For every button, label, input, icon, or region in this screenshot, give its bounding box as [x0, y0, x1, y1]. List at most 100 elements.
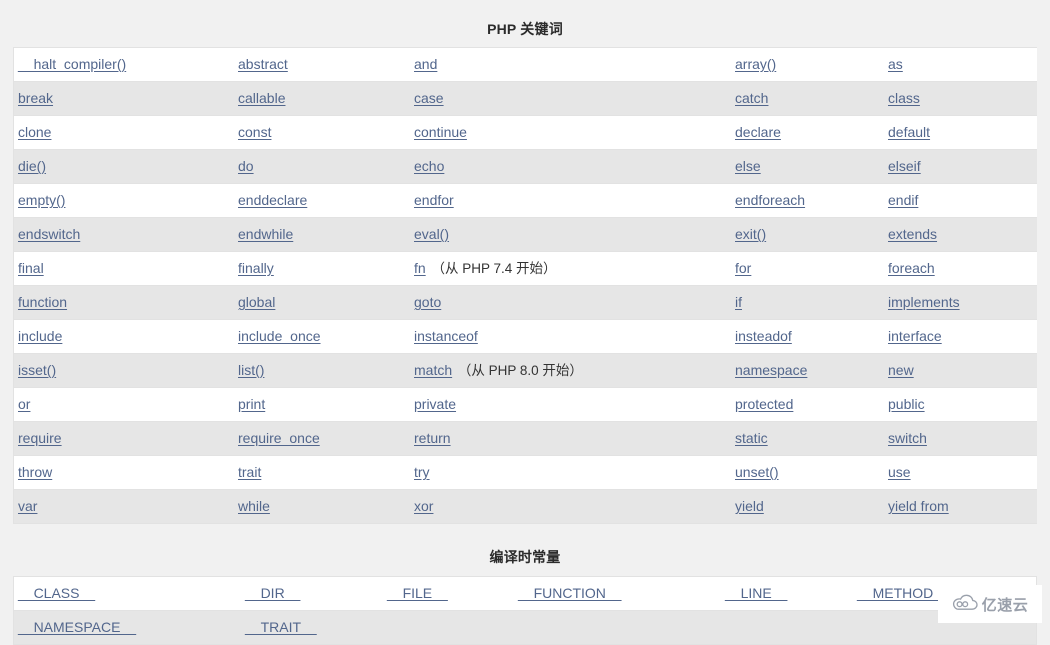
keyword-link[interactable]: or	[18, 396, 30, 412]
keyword-link[interactable]: const	[238, 124, 271, 140]
keyword-link[interactable]: final	[18, 260, 44, 276]
keyword-link[interactable]: implements	[888, 294, 960, 310]
table-row: or print private protected public	[14, 387, 1037, 422]
keyword-link[interactable]: __CLASS__	[18, 585, 95, 601]
keyword-link[interactable]: unset()	[735, 464, 779, 480]
keyword-link[interactable]: private	[414, 396, 456, 412]
table-cell: try	[410, 455, 731, 490]
keyword-link[interactable]: trait	[238, 464, 261, 480]
keyword-link[interactable]: elseif	[888, 158, 921, 174]
keyword-link[interactable]: insteadof	[735, 328, 792, 344]
keyword-link[interactable]: for	[735, 260, 751, 276]
keyword-link[interactable]: __TRAIT__	[245, 619, 317, 635]
table-cell: __FILE__	[383, 577, 514, 611]
keyword-link[interactable]: endwhile	[238, 226, 293, 242]
keyword-link[interactable]: case	[414, 90, 444, 106]
keyword-link[interactable]: abstract	[238, 56, 288, 72]
table-cell: return	[410, 421, 731, 456]
table-cell: require	[14, 421, 234, 456]
keyword-link[interactable]: __FILE__	[387, 585, 448, 601]
keyword-link[interactable]: try	[414, 464, 430, 480]
keyword-link[interactable]: foreach	[888, 260, 935, 276]
keyword-link[interactable]: static	[735, 430, 768, 446]
keyword-link[interactable]: catch	[735, 90, 768, 106]
table-cell: __halt_compiler()	[14, 48, 234, 82]
keyword-version-note: （从 PHP 7.4 开始）	[427, 261, 557, 276]
keyword-link[interactable]: while	[238, 498, 270, 514]
keyword-link[interactable]: endfor	[414, 192, 454, 208]
keyword-link[interactable]: callable	[238, 90, 285, 106]
table-row: include include_once instanceof insteadof in…	[14, 319, 1037, 354]
keyword-link[interactable]: isset()	[18, 362, 56, 378]
keyword-link[interactable]: continue	[414, 124, 467, 140]
keyword-link[interactable]: exit()	[735, 226, 766, 242]
keyword-link[interactable]: require_once	[238, 430, 320, 446]
table-cell: empty()	[14, 183, 234, 218]
keyword-link[interactable]: namespace	[735, 362, 807, 378]
table-cell: and	[410, 48, 731, 82]
keyword-link[interactable]: as	[888, 56, 903, 72]
keyword-link[interactable]: interface	[888, 328, 942, 344]
keyword-link[interactable]: else	[735, 158, 761, 174]
keyword-link[interactable]: print	[238, 396, 265, 412]
keyword-link[interactable]: __NAMESPACE__	[18, 619, 136, 635]
keyword-link[interactable]: eval()	[414, 226, 449, 242]
table-cell: instanceof	[410, 319, 731, 354]
keyword-link[interactable]: __FUNCTION__	[518, 585, 621, 601]
keyword-link[interactable]: public	[888, 396, 925, 412]
keyword-link[interactable]: include	[18, 328, 62, 344]
keyword-link[interactable]: return	[414, 430, 451, 446]
table-cell: interface	[884, 319, 1037, 354]
keyword-link[interactable]: endforeach	[735, 192, 805, 208]
keyword-link[interactable]: endswitch	[18, 226, 80, 242]
keywords-section-title: PHP 关键词	[487, 21, 563, 37]
keyword-link[interactable]: switch	[888, 430, 927, 446]
keyword-link[interactable]: instanceof	[414, 328, 478, 344]
keyword-link[interactable]: do	[238, 158, 254, 174]
keyword-link[interactable]: xor	[414, 498, 433, 514]
table-cell: yield	[731, 489, 884, 524]
keyword-link[interactable]: list()	[238, 362, 264, 378]
keyword-link[interactable]: endif	[888, 192, 918, 208]
keyword-link[interactable]: __LINE__	[725, 585, 787, 601]
keyword-link[interactable]: global	[238, 294, 275, 310]
table-cell: if	[731, 285, 884, 320]
keyword-link[interactable]: include_once	[238, 328, 321, 344]
table-row: var while xor yield yield from	[14, 489, 1037, 524]
keyword-link[interactable]: enddeclare	[238, 192, 307, 208]
keyword-link[interactable]: throw	[18, 464, 52, 480]
keyword-link[interactable]: break	[18, 90, 53, 106]
keyword-link[interactable]: require	[18, 430, 62, 446]
keyword-link[interactable]: die()	[18, 158, 46, 174]
keyword-link[interactable]: new	[888, 362, 914, 378]
keyword-link[interactable]: match	[414, 362, 452, 378]
keyword-link[interactable]: yield from	[888, 498, 949, 514]
keyword-link[interactable]: fn	[414, 260, 426, 276]
keyword-link[interactable]: and	[414, 56, 437, 72]
keyword-link[interactable]: extends	[888, 226, 937, 242]
keyword-link[interactable]: array()	[735, 56, 776, 72]
constants-table-wrapper: __CLASS__ __DIR__ __FILE__ __FUNCTION__ __LI…	[13, 576, 1037, 645]
table-cell: endif	[884, 183, 1037, 218]
table-row: require require_once return static switch	[14, 421, 1037, 456]
keyword-link[interactable]: echo	[414, 158, 444, 174]
keyword-link[interactable]: protected	[735, 396, 793, 412]
keyword-link[interactable]: yield	[735, 498, 764, 514]
table-cell: const	[234, 115, 410, 150]
keyword-link[interactable]: clone	[18, 124, 51, 140]
keyword-link[interactable]: if	[735, 294, 742, 310]
keyword-link[interactable]: class	[888, 90, 920, 106]
keyword-link[interactable]: use	[888, 464, 911, 480]
keyword-link[interactable]: function	[18, 294, 67, 310]
keyword-link[interactable]: declare	[735, 124, 781, 140]
keyword-link[interactable]: finally	[238, 260, 274, 276]
keyword-link[interactable]: goto	[414, 294, 441, 310]
table-row: throw trait try unset() use	[14, 455, 1037, 490]
keyword-link[interactable]: empty()	[18, 192, 65, 208]
keyword-link[interactable]: __halt_compiler()	[18, 56, 126, 72]
keyword-link[interactable]: var	[18, 498, 37, 514]
keyword-link[interactable]: __DIR__	[245, 585, 300, 601]
table-row: die() do echo else elseif	[14, 149, 1037, 184]
keyword-link[interactable]: __METHOD__	[857, 585, 949, 601]
keyword-link[interactable]: default	[888, 124, 930, 140]
